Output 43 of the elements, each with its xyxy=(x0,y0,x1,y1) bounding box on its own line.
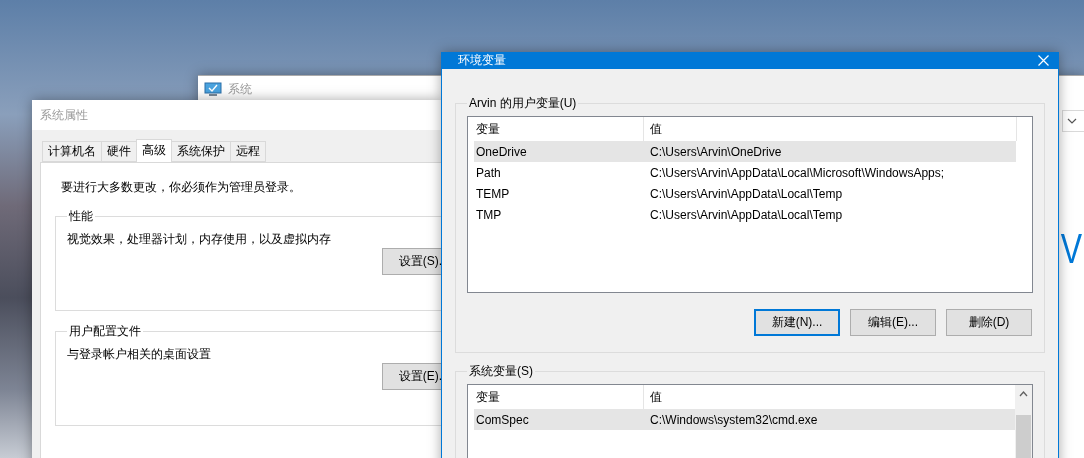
variable-row[interactable]: ComSpec C:\Windows\system32\cmd.exe xyxy=(474,409,1016,430)
tab[interactable]: 远程 xyxy=(230,141,266,162)
variable-row[interactable]: TMP C:\Users\Arvin\AppData\Local\Temp xyxy=(474,204,1016,225)
tab[interactable]: 计算机名 xyxy=(42,141,102,162)
column-header[interactable]: 值 xyxy=(644,385,1016,409)
variable-name: TMP xyxy=(475,207,503,222)
settings-button[interactable]: 设置(S). xyxy=(382,248,442,275)
variable-value: C:\Users\Arvin\OneDrive xyxy=(649,144,782,159)
window-title: 系统 xyxy=(228,80,252,98)
group-description: 视觉效果，处理器计划，内存使用，以及虚拟内存 xyxy=(67,231,332,248)
variable-value: C:\Windows\system32\cmd.exe xyxy=(649,412,818,427)
variable-row[interactable]: OneDrive C:\Users\Arvin\OneDrive xyxy=(474,141,1016,162)
group-title: 系统变量(S) xyxy=(468,363,534,380)
tab[interactable]: 系统保护 xyxy=(171,141,231,162)
close-icon[interactable] xyxy=(1038,55,1049,66)
variable-list[interactable]: 变量 值 ComSpec C:\Windows\system32\cmd.exe xyxy=(467,384,1033,458)
window-title: 系统属性 xyxy=(40,106,88,124)
column-header[interactable]: 值 xyxy=(644,117,1016,141)
variable-name: OneDrive xyxy=(475,144,528,159)
brand-text: V xyxy=(1060,226,1082,270)
variable-name: Path xyxy=(475,165,502,180)
variable-value: C:\Users\Arvin\AppData\Local\Microsoft\WindowsApps; xyxy=(649,165,945,180)
variable-value: C:\Users\Arvin\AppData\Local\Temp xyxy=(649,207,843,222)
settings-button[interactable]: 设置(E). xyxy=(382,363,442,390)
tab[interactable]: 硬件 xyxy=(101,141,137,162)
notice-text: 要进行大多数更改，你必须作为管理员登录。 xyxy=(60,179,302,196)
tab[interactable]: 高级 xyxy=(136,139,172,162)
group-description: 与登录帐户相关的桌面设置 xyxy=(67,346,212,363)
action-button[interactable]: 编辑(E)... xyxy=(850,309,936,336)
action-button[interactable]: 新建(N)... xyxy=(754,309,840,336)
group-title: Arvin 的用户变量(U) xyxy=(468,95,578,112)
variable-value: C:\Users\Arvin\AppData\Local\Temp xyxy=(649,186,843,201)
variable-name: ComSpec xyxy=(475,412,530,427)
window-title: 环境变量 xyxy=(458,52,506,69)
variable-row[interactable]: TEMP C:\Users\Arvin\AppData\Local\Temp xyxy=(474,183,1016,204)
variable-row[interactable]: Path C:\Users\Arvin\AppData\Local\Microsoft\WindowsApps; xyxy=(474,162,1016,183)
variable-list[interactable]: 变量 值 OneDrive C:\Users\Arvin\OneDrive Path C:\Users\Arvin\AppData\Local\Microsoft\WindowsApps; TEMP C:\Users\Arvin\AppData\Local\Temp TMP C:\Users\Arvin\AppData\Local\Temp xyxy=(467,116,1033,293)
caret-icon xyxy=(1067,118,1077,124)
monitor-icon xyxy=(204,81,222,97)
group-title: 性能 xyxy=(68,208,94,225)
variable-name: TEMP xyxy=(475,186,511,201)
action-button[interactable]: 删除(D) xyxy=(946,309,1032,336)
group-title: 用户配置文件 xyxy=(68,323,142,340)
